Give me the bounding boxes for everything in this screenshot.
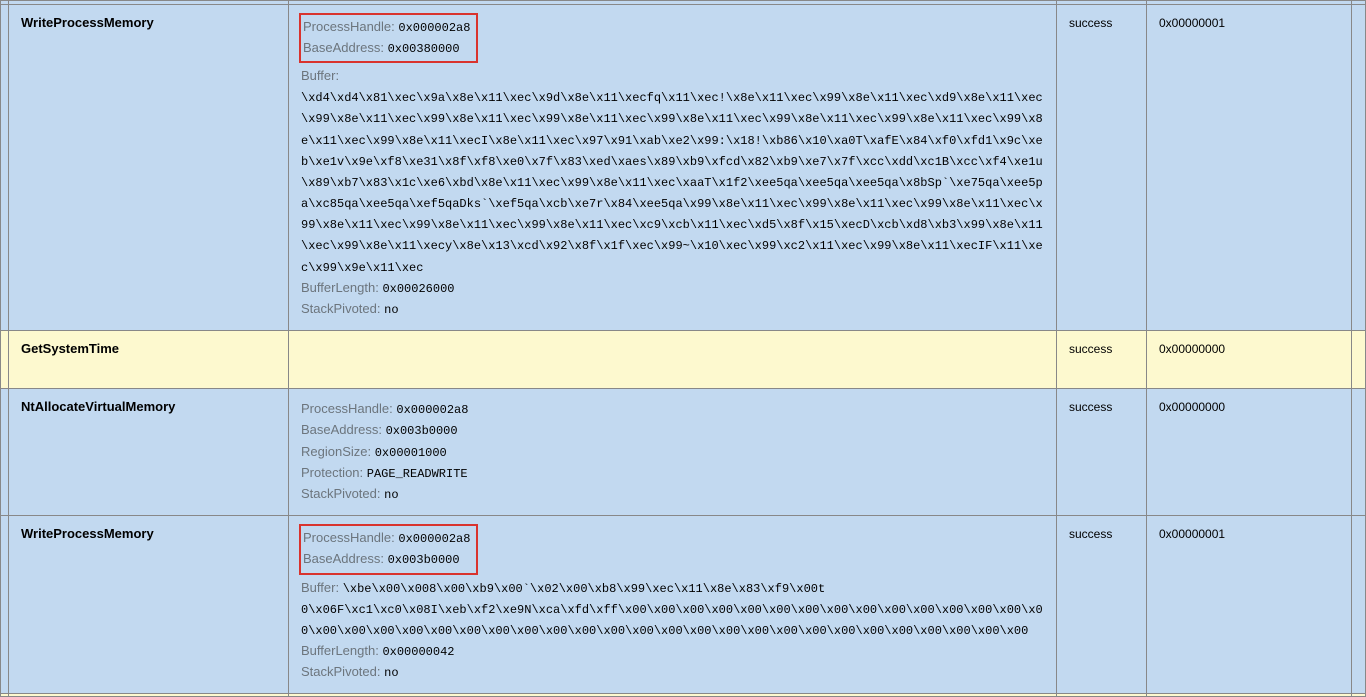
arg-label: RegionSize: — [301, 444, 371, 459]
table-row: GetSystemTime success 0x00000000 — [1, 331, 1366, 389]
arg-label: Buffer: — [301, 580, 339, 595]
arg-value: \xd4\xd4\x81\xec\x9a\x8e\x11\xec\x9d\x8e… — [301, 91, 1043, 275]
arg-value: 0x003b0000 — [388, 553, 460, 567]
status: success — [1069, 342, 1112, 356]
arg-value: 0x00001000 — [375, 446, 447, 460]
arg-value: 0x003b0000 — [386, 424, 458, 438]
args-block: ProcessHandle: 0x000002a8 BaseAddress: 0… — [301, 399, 1044, 505]
arg-value: 0x00380000 — [388, 42, 460, 56]
arg-label: StackPivoted: — [301, 301, 381, 316]
arg-value: \xbe\x00\x008\x00\xb9\x00`\x02\x00\xb8\x… — [301, 582, 1043, 638]
table-row: NtAllocateVirtualMemory ProcessHandle: 0… — [1, 389, 1366, 516]
arg-label: BufferLength: — [301, 280, 379, 295]
arg-label: BaseAddress: — [303, 40, 384, 55]
arg-value: PAGE_READWRITE — [367, 467, 468, 481]
api-name: WriteProcessMemory — [21, 526, 154, 541]
arg-value: no — [384, 666, 398, 680]
arg-value: 0x00000042 — [382, 645, 454, 659]
arg-value: 0x00026000 — [382, 282, 454, 296]
arg-value: 0x000002a8 — [396, 403, 468, 417]
arg-label: StackPivoted: — [301, 486, 381, 501]
arg-label: BaseAddress: — [303, 551, 384, 566]
highlight-box: ProcessHandle: 0x000002a8 BaseAddress: 0… — [299, 13, 478, 63]
table-row: WriteProcessMemory ProcessHandle: 0x0000… — [1, 516, 1366, 694]
arg-label: BufferLength: — [301, 643, 379, 658]
args-block: ProcessHandle: 0x000002a8 BaseAddress: 0… — [301, 526, 1044, 683]
arg-label: BaseAddress: — [301, 422, 382, 437]
arg-label: ProcessHandle: — [303, 530, 395, 545]
status: success — [1069, 400, 1112, 414]
api-name: WriteProcessMemory — [21, 15, 154, 30]
api-name: NtAllocateVirtualMemory — [21, 399, 175, 414]
return-value: 0x00000001 — [1159, 16, 1225, 30]
arg-label: ProcessHandle: — [303, 19, 395, 34]
return-value: 0x00000000 — [1159, 342, 1225, 356]
arg-value: 0x000002a8 — [398, 21, 470, 35]
api-calls-table: WriteProcessMemory ProcessHandle: 0x0000… — [0, 0, 1366, 697]
arg-value: no — [384, 488, 398, 502]
arg-value: 0x000002a8 — [398, 532, 470, 546]
arg-label: Protection: — [301, 465, 363, 480]
arg-label: ProcessHandle: — [301, 401, 393, 416]
api-name: GetSystemTime — [21, 341, 119, 356]
arg-label: StackPivoted: — [301, 664, 381, 679]
return-value: 0x00000000 — [1159, 400, 1225, 414]
return-value: 0x00000001 — [1159, 527, 1225, 541]
args-block: ProcessHandle: 0x000002a8 BaseAddress: 0… — [301, 15, 1044, 320]
arg-value: no — [384, 303, 398, 317]
highlight-box: ProcessHandle: 0x000002a8 BaseAddress: 0… — [299, 524, 478, 574]
status: success — [1069, 527, 1112, 541]
arg-label: Buffer: — [301, 68, 339, 83]
table-row: WriteProcessMemory ProcessHandle: 0x0000… — [1, 5, 1366, 331]
status: success — [1069, 16, 1112, 30]
